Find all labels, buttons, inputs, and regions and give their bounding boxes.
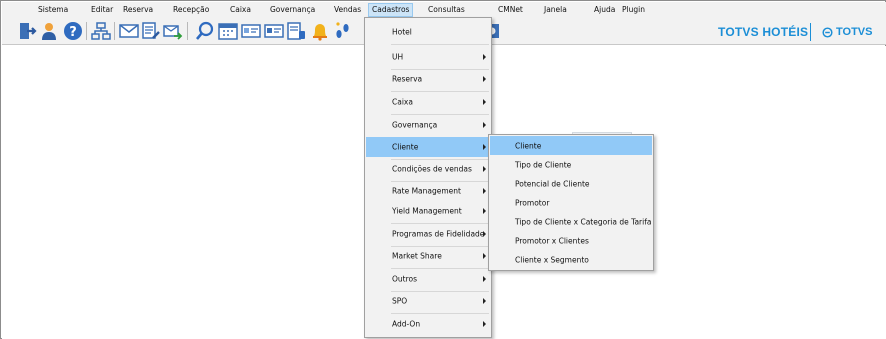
submenu-arrow-icon: [483, 76, 486, 82]
menu-item-label: Programas de Fidelidade: [392, 229, 485, 239]
submenu-arrow-icon: [483, 122, 486, 128]
cadastros-item-uh[interactable]: UH: [366, 47, 490, 67]
menu-item-label: Condições de vendas: [392, 164, 472, 174]
submenu-arrow-icon: [483, 253, 486, 259]
totvs-logo-text: TOTVS: [836, 26, 873, 38]
menu-cmnet[interactable]: CMNet: [498, 5, 523, 17]
menu-recepcao[interactable]: Recepção: [173, 5, 209, 17]
submenu-arrow-icon: [483, 231, 486, 237]
search-icon[interactable]: [195, 21, 215, 41]
menu-ajuda[interactable]: Ajuda: [594, 5, 615, 17]
menu-item-label: Promotor x Clientes: [515, 236, 589, 245]
cliente-submenu: Cliente Tipo de Cliente Potencial de Cli…: [488, 134, 654, 271]
menu-cadastros[interactable]: Cadastros: [368, 3, 414, 17]
menu-item-label: Cliente: [392, 142, 419, 152]
menu-consultas[interactable]: Consultas: [428, 5, 465, 17]
menu-separator: [391, 44, 489, 45]
mail-send-icon[interactable]: [163, 21, 183, 41]
calendar-icon[interactable]: [218, 21, 238, 41]
menu-item-label: Governança: [392, 120, 438, 130]
cliente-item-promotor-x-clientes[interactable]: Promotor x Clientes: [490, 231, 652, 250]
menu-item-label: Tipo de Cliente: [515, 160, 572, 169]
cadastros-item-reserva[interactable]: Reserva: [366, 69, 490, 89]
cliente-item-promotor[interactable]: Promotor: [490, 193, 652, 212]
application-window: Sistema Editar Reserva Recepção Caixa Go…: [0, 0, 886, 339]
cadastros-item-caixa[interactable]: Caixa: [366, 92, 490, 112]
cliente-item-tipo-de-cliente-x-categoria-de-tarifa[interactable]: Tipo de Cliente x Categoria de Tarifa: [490, 212, 652, 231]
totvs-logo: TOTVS: [822, 25, 872, 39]
submenu-arrow-icon: [483, 298, 486, 304]
submenu-arrow-icon: [483, 188, 486, 194]
cadastros-item-rate-management[interactable]: Rate Management: [366, 181, 490, 201]
menu-editar[interactable]: Editar: [91, 5, 113, 17]
menu-item-label: UH: [392, 52, 404, 62]
menu-item-label: Cliente: [515, 141, 542, 150]
menu-vendas[interactable]: Vendas: [334, 5, 361, 17]
totvs-logo-icon: [822, 26, 833, 38]
cliente-item-cliente-x-segmento[interactable]: Cliente x Segmento: [490, 250, 652, 269]
phone-icon[interactable]: [287, 21, 307, 41]
cadastros-item-hotel[interactable]: Hotel: [366, 22, 490, 42]
submenu-arrow-icon: [483, 99, 486, 105]
menu-sistema[interactable]: Sistema: [38, 5, 68, 17]
submenu-arrow-icon: [483, 166, 486, 172]
submenu-arrow-icon: [483, 321, 486, 327]
cadastros-item-outros[interactable]: Outros: [366, 269, 490, 289]
menu-item-label: Cliente x Segmento: [515, 255, 589, 264]
menu-reserva[interactable]: Reserva: [123, 5, 153, 17]
card-alt-icon[interactable]: [264, 21, 284, 41]
brand-divider: [810, 23, 811, 41]
cadastros-item-governanca[interactable]: Governança: [366, 115, 490, 135]
cadastros-item-spo[interactable]: SPO: [366, 291, 490, 311]
bell-icon[interactable]: [310, 21, 330, 41]
menu-caixa[interactable]: Caixa: [230, 5, 251, 17]
submenu-arrow-icon: [483, 54, 486, 60]
menu-item-label: Tipo de Cliente x Categoria de Tarifa: [515, 217, 652, 226]
menu-item-label: Market Share: [392, 251, 442, 261]
toolbar-separator: [114, 22, 115, 40]
cadastros-item-condicoes-de-vendas[interactable]: Condições de vendas: [366, 159, 490, 179]
menu-item-label: Add-On: [392, 319, 421, 329]
cadastros-menu: Hotel UH Reserva Caixa Governança Client…: [364, 17, 492, 338]
menu-item-label: Potencial de Cliente: [515, 179, 590, 188]
card-icon[interactable]: [241, 21, 261, 41]
menu-item-label: Promotor: [515, 198, 550, 207]
user-icon[interactable]: [40, 21, 60, 41]
menu-item-label: Outros: [392, 274, 418, 284]
cadastros-item-yield-management[interactable]: Yield Management: [366, 201, 490, 221]
exit-icon[interactable]: [17, 21, 37, 41]
help-icon[interactable]: ?: [63, 21, 83, 41]
network-icon[interactable]: [91, 21, 111, 41]
cliente-item-potencial-de-cliente[interactable]: Potencial de Cliente: [490, 174, 652, 193]
menu-governanca[interactable]: Governança: [270, 5, 315, 17]
submenu-arrow-icon: [483, 144, 486, 150]
cliente-item-cliente[interactable]: Cliente: [490, 136, 652, 155]
mail-edit-icon[interactable]: [141, 21, 161, 41]
menu-plugin[interactable]: Plugin: [622, 5, 645, 17]
menu-item-label: SPO: [392, 296, 408, 306]
brand-name: TOTVS HOTÉIS: [718, 25, 809, 39]
menu-item-label: Reserva: [392, 74, 423, 84]
cadastros-item-cliente[interactable]: Cliente: [366, 137, 490, 157]
toolbar-separator: [86, 22, 87, 40]
menu-item-label: Rate Management: [392, 186, 461, 196]
cadastros-item-programas-de-fidelidade[interactable]: Programas de Fidelidade: [366, 224, 490, 244]
menu-janela[interactable]: Janela: [544, 5, 567, 17]
menu-item-label: Yield Management: [392, 206, 462, 216]
menu-item-label: Hotel: [392, 27, 412, 37]
submenu-arrow-icon: [483, 276, 486, 282]
toolbar-separator: [187, 22, 188, 40]
menu-item-label: Caixa: [392, 97, 413, 107]
menu-bar: Sistema Editar Reserva Recepção Caixa Go…: [2, 2, 886, 18]
cadastros-item-add-on[interactable]: Add-On: [366, 314, 490, 334]
submenu-arrow-icon: [483, 208, 486, 214]
cliente-item-tipo-de-cliente[interactable]: Tipo de Cliente: [490, 155, 652, 174]
cadastros-item-market-share[interactable]: Market Share: [366, 246, 490, 266]
footprints-icon[interactable]: [333, 21, 353, 41]
mail-icon[interactable]: [119, 21, 139, 41]
svg-text:?: ?: [69, 25, 77, 40]
